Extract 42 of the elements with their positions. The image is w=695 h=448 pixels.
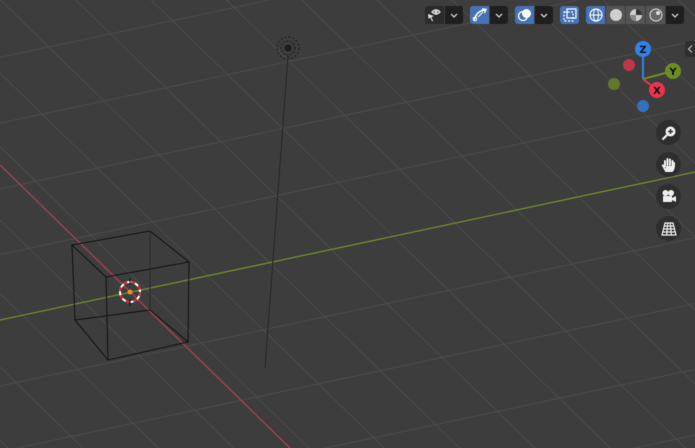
curved-arrow-icon: [472, 8, 488, 22]
caret-icon: [540, 12, 548, 18]
perspective-toggle-button[interactable]: [656, 216, 681, 241]
chevron-left-icon: [687, 45, 693, 53]
rendered-shading-button[interactable]: [646, 6, 665, 24]
overlapping-squares-icon: [562, 8, 576, 22]
wireframe-shading-button[interactable]: [586, 6, 605, 24]
solid-shading-button[interactable]: [606, 6, 625, 24]
3d-cursor-icon: [119, 278, 141, 306]
caret-icon: [671, 12, 679, 18]
overlay-toggle-button[interactable]: [515, 6, 534, 24]
gizmo-toggle-button[interactable]: [470, 6, 489, 24]
caret-icon: [495, 12, 503, 18]
axis-handle[interactable]: Z: [635, 41, 651, 57]
hand-icon: [660, 156, 676, 172]
dropdown-button[interactable]: [535, 6, 553, 24]
sidebar-toggle-button[interactable]: [685, 41, 695, 57]
magnifier-plus-icon: [660, 124, 676, 140]
axis-handle[interactable]: X: [649, 82, 665, 98]
zoom-button[interactable]: [656, 120, 681, 145]
material-sphere-icon: [628, 8, 642, 22]
axis-handle[interactable]: Y: [665, 63, 681, 79]
camera-view-button[interactable]: [656, 184, 681, 209]
negative-axis-handle[interactable]: [608, 78, 620, 90]
dropdown-button[interactable]: [490, 6, 508, 24]
grid-icon: [660, 220, 676, 236]
xray-toggle-button[interactable]: [560, 6, 579, 24]
solid-sphere-icon: [608, 8, 622, 22]
caret-icon: [450, 12, 458, 18]
pan-button[interactable]: [656, 152, 681, 177]
dropdown-button[interactable]: [445, 6, 463, 24]
wireframe-sphere-icon: [588, 8, 602, 22]
movie-camera-icon: [660, 188, 676, 204]
rendered-sphere-icon: [648, 8, 662, 22]
material-shading-button[interactable]: [626, 6, 645, 24]
negative-axis-handle[interactable]: [637, 100, 649, 112]
dropdown-button[interactable]: [666, 6, 684, 24]
overlapping-circles-icon: [516, 8, 532, 22]
eye-arrow-icon: [426, 8, 442, 22]
visibility-toggle-button[interactable]: [425, 6, 444, 24]
negative-axis-handle[interactable]: [623, 59, 635, 71]
light-icon: [276, 36, 300, 60]
